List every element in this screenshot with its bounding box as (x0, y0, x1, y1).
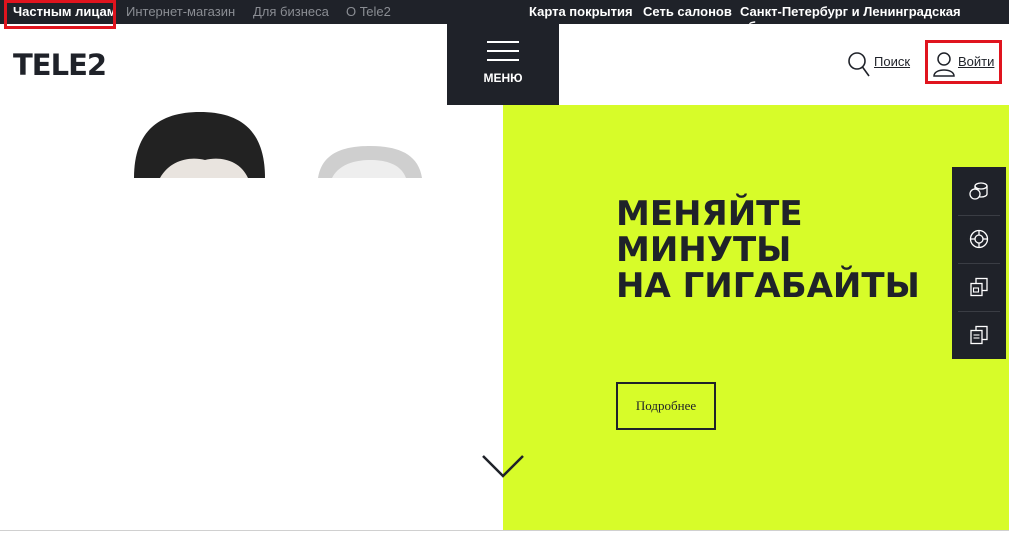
search-icon[interactable] (846, 50, 870, 78)
top-navigation-bar: Частным лицам Интернет-магазин Для бизне… (0, 0, 1009, 34)
menu-button[interactable]: МЕНЮ (447, 24, 559, 105)
documents-icon[interactable] (952, 311, 1006, 359)
headline-line-3: НА ГИГАБАЙТЫ (616, 266, 920, 306)
bottom-divider (0, 530, 1009, 531)
search-link[interactable]: Поиск (874, 54, 910, 69)
hamburger-icon (487, 41, 519, 68)
nav-link-business[interactable]: Для бизнеса (253, 4, 329, 19)
nav-link-salons[interactable]: Сеть салонов (643, 4, 732, 19)
hero-people-image (134, 112, 422, 178)
headline-line-1: МЕНЯЙТЕ (616, 194, 803, 234)
more-details-button[interactable]: Подробнее (616, 382, 716, 430)
tele2-logo[interactable]: TELE2 (13, 48, 107, 82)
sim-cards-icon[interactable] (952, 263, 1006, 311)
menu-label: МЕНЮ (483, 71, 523, 85)
highlight-box-login (925, 40, 1002, 84)
side-quick-panel (952, 167, 1006, 359)
chevron-down-icon[interactable] (480, 453, 526, 481)
coins-icon[interactable] (952, 167, 1006, 215)
nav-link-coverage-map[interactable]: Карта покрытия (529, 4, 633, 19)
headline-line-2: МИНУТЫ (616, 230, 792, 270)
nav-link-about[interactable]: О Tele2 (346, 4, 391, 19)
nav-link-shop[interactable]: Интернет-магазин (126, 4, 235, 19)
hero-headline: МЕНЯЙТЕ МИНУТЫ НА ГИГАБАЙТЫ (616, 196, 946, 304)
highlight-box-private (4, 0, 116, 29)
lifebuoy-icon[interactable] (952, 215, 1006, 263)
